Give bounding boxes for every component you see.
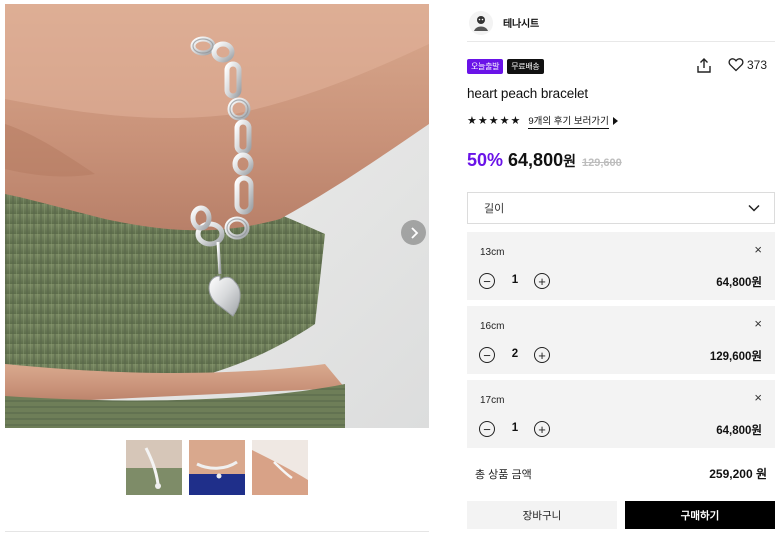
star-icon: ★ — [488, 115, 499, 127]
badge-list: 오늘출발 무료배송 — [467, 59, 544, 74]
free-shipping-badge: 무료배송 — [507, 59, 544, 74]
brand-logo — [469, 10, 493, 35]
star-rating: ★ ★ ★ ★ ★ — [467, 115, 520, 127]
thumbnail-strip — [126, 440, 308, 495]
main-product-image — [5, 4, 429, 428]
close-icon[interactable]: × — [754, 317, 762, 331]
total-row: 총 상품 금액 259,200 원 — [467, 465, 775, 482]
currency-label: 원 — [563, 153, 576, 169]
length-option-select[interactable]: 길이 — [467, 192, 775, 224]
star-icon: ★ — [510, 115, 521, 127]
quantity-value: 2 — [511, 348, 519, 360]
divider — [5, 531, 429, 532]
option-price: 129,600원 — [709, 351, 762, 363]
product-title: heart peach bracelet — [467, 86, 589, 101]
chevron-down-icon — [748, 204, 760, 212]
total-amount: 259,200 원 — [709, 467, 767, 481]
discount-rate: 50% — [467, 150, 504, 170]
total-label: 총 상품 금액 — [475, 468, 532, 481]
price-row: 50% 64,800 원 129,600 — [467, 150, 622, 171]
rating-row: ★ ★ ★ ★ ★ 9개의 후기 보러가기 — [467, 113, 618, 129]
option-price: 64,800원 — [716, 277, 762, 289]
thumbnail-1[interactable] — [126, 440, 182, 495]
selected-option-row: 17cm × − 1 + 64,800원 — [467, 380, 775, 448]
star-icon: ★ — [467, 115, 477, 127]
option-name: 17cm — [480, 395, 505, 406]
close-icon[interactable]: × — [754, 243, 762, 257]
selected-option-row: 16cm × − 2 + 129,600원 — [467, 306, 775, 374]
thumbnail-2[interactable] — [189, 440, 245, 495]
star-icon: ★ — [499, 115, 510, 127]
share-icon — [697, 58, 711, 73]
option-price: 64,800원 — [716, 425, 762, 437]
option-name: 13cm — [480, 247, 505, 258]
same-day-badge: 오늘출발 — [467, 59, 504, 74]
thumbnail-3[interactable] — [252, 440, 308, 495]
plus-circle-icon[interactable]: + — [534, 347, 550, 363]
quantity-value: 1 — [511, 274, 519, 286]
like-button[interactable]: 373 — [728, 57, 767, 72]
plus-circle-icon[interactable]: + — [534, 273, 550, 289]
minus-circle-icon[interactable]: − — [479, 421, 495, 437]
selected-option-row: 13cm × − 1 + 64,800원 — [467, 232, 775, 300]
like-count: 373 — [747, 57, 768, 72]
chevron-right-icon — [410, 226, 418, 239]
buy-now-button[interactable]: 구매하기 — [625, 501, 775, 529]
share-button[interactable] — [695, 57, 713, 75]
review-link[interactable]: 9개의 후기 보러가기 — [528, 113, 609, 129]
brand-name[interactable]: 테나시트 — [503, 15, 539, 30]
next-image-button[interactable] — [401, 220, 426, 245]
triangle-right-icon — [612, 117, 618, 125]
brand-row[interactable]: 테나시트 — [467, 4, 775, 42]
minus-circle-icon[interactable]: − — [479, 273, 495, 289]
plus-circle-icon[interactable]: + — [534, 421, 550, 437]
close-icon[interactable]: × — [754, 391, 762, 405]
add-to-cart-button[interactable]: 장바구니 — [467, 501, 617, 529]
star-icon: ★ — [477, 115, 488, 127]
select-label: 길이 — [484, 203, 505, 215]
option-name: 16cm — [480, 321, 505, 332]
heart-icon — [728, 58, 744, 72]
minus-circle-icon[interactable]: − — [479, 347, 495, 363]
quantity-value: 1 — [511, 422, 519, 434]
original-price: 129,600 — [581, 157, 622, 169]
sale-price: 64,800 — [508, 150, 564, 170]
